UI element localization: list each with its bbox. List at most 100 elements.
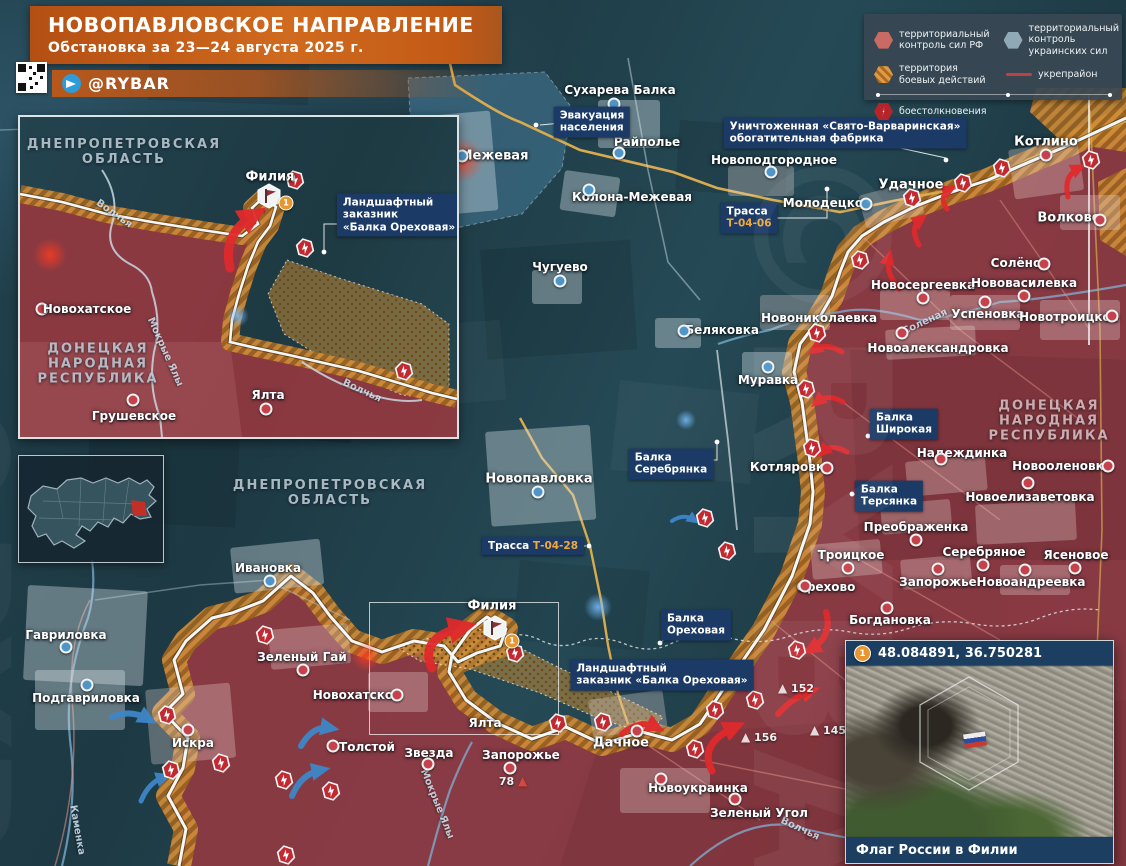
region-label: ДОНЕЦКАЯ НАРОДНАЯ РЕСПУБЛИКА: [37, 342, 158, 387]
town-label: Новохатское: [313, 688, 402, 702]
strike-glow: [351, 641, 381, 671]
town-label: Преображенка: [864, 520, 969, 534]
town-label: Искра: [172, 736, 214, 750]
location-pin: [896, 327, 909, 340]
location-pin: [799, 580, 812, 593]
legend-separator: [876, 94, 1112, 96]
photo-inset: 1 48.084891, 36.750281 Флаг России в Фил…: [845, 640, 1114, 864]
height-marker: 78 ▲: [499, 774, 527, 788]
town-label: Новоандреевка: [977, 575, 1086, 589]
legend-item-combat: территориябоевых действий: [874, 63, 992, 86]
clashes-swatch-icon: [874, 103, 893, 120]
location-pin: [1038, 258, 1051, 271]
location-pin: [932, 563, 945, 576]
map-subtitle: Обстановка за 23—24 августа 2025 г.: [48, 40, 502, 56]
location-pin: [821, 462, 834, 475]
telegram-badge[interactable]: @RYBAR: [52, 70, 512, 97]
town-label: Межевая: [460, 149, 529, 164]
location-pin: [917, 292, 930, 305]
strike-glow: [33, 238, 67, 272]
map-canvas: ДНЕПРОПЕТРОВСКАЯ ОБЛАСТЬ ДОНЕЦКАЯ НАРОДНА…: [0, 0, 1126, 866]
location-pin: [765, 166, 778, 179]
location-pin: [422, 758, 435, 771]
photo-caption: Флаг России в Филии: [846, 837, 1113, 863]
location-pin: [264, 575, 277, 588]
map-legend: территориальныйконтроль сил РФ территори…: [864, 14, 1122, 100]
callout-label: Ландшафтныйзаказник«Балка Ореховая»: [337, 193, 459, 236]
town-label: Беляковка: [685, 323, 759, 337]
town-label: Новоалександровка: [867, 341, 1008, 355]
town-label: Новопавловка: [485, 472, 592, 487]
town-label: Подгавриловка: [32, 691, 140, 705]
town-label: Новоелизаветовка: [965, 490, 1094, 504]
title-banner: НОВОПАВЛОВСКОЕ НАПРАВЛЕНИЕ Обстановка за…: [30, 6, 502, 64]
town-label: Ясеновое: [1043, 548, 1108, 562]
town-label: Ялта: [468, 716, 501, 730]
location-pin: [81, 679, 94, 692]
telegram-handle: @RYBAR: [88, 74, 170, 93]
rf-control-swatch-icon: [874, 32, 893, 49]
flash-glow: [584, 593, 612, 621]
location-pin: [583, 184, 596, 197]
location-pin: [762, 361, 775, 374]
combat-zone-swatch-icon: [874, 66, 893, 83]
town-label: Ивановка: [235, 561, 301, 575]
marker-number-badge: 1: [505, 634, 520, 649]
location-pin: [860, 198, 873, 211]
location-pin: [631, 725, 644, 738]
inset-source-rect: [369, 602, 559, 735]
location-pin: [391, 689, 404, 702]
location-pin: [729, 793, 742, 806]
region-label: ДНЕПРОПЕТРОВСКАЯ ОБЛАСТЬ: [27, 137, 221, 167]
town-label: Новосергеевка: [871, 278, 975, 292]
town-label: Надеждинка: [917, 446, 1008, 460]
marker-number-badge: 1: [279, 196, 294, 211]
town-label: Филия: [246, 170, 295, 185]
legend-item-rf: территориальныйконтроль сил РФ: [874, 23, 990, 57]
location-pin: [1019, 564, 1032, 577]
town-label: Филия: [468, 599, 517, 614]
location-pin: [297, 664, 310, 677]
region-label: ДОНЕЦКАЯ НАРОДНАЯ РЕСПУБЛИКА: [988, 399, 1109, 444]
location-pin: [678, 325, 691, 338]
region-label: ДНЕПРОПЕТРОВСКАЯ ОБЛАСТЬ: [233, 478, 427, 508]
flash-glow: [676, 410, 696, 430]
location-pin: [979, 296, 992, 309]
ua-control-swatch-icon: [1004, 32, 1023, 49]
location-pin: [1040, 149, 1053, 162]
town-label: Новохатское: [43, 302, 132, 316]
legend-item-ua: территориальныйконтроль украинских сил: [1004, 23, 1120, 57]
location-pin: [1022, 477, 1035, 490]
town-label: Зеленый Угол: [710, 806, 808, 820]
town-label: Чугуево: [532, 260, 588, 274]
town-label: Волково: [1037, 211, 1100, 226]
legend-item-fortified: укрепрайон: [1006, 63, 1098, 86]
callout-label: БалкаСеребрянка: [629, 449, 714, 480]
height-marker: ▲ 145: [810, 723, 846, 737]
callout-label: Трасса Т-04-28: [482, 537, 584, 555]
town-label: Новотроицкое: [1019, 310, 1119, 324]
fortified-line-swatch-icon: [1006, 73, 1032, 76]
location-pin: [532, 486, 545, 499]
town-label: Запорожье: [899, 575, 977, 589]
town-label: Молодецкое: [783, 196, 871, 210]
town-label: Успеновка: [951, 307, 1024, 321]
callout-label: БалкаОреховая: [661, 610, 731, 641]
location-pin: [1018, 290, 1031, 303]
location-pin: [127, 394, 140, 407]
photo-coordinates: 48.084891, 36.750281: [878, 646, 1042, 661]
location-pin: [935, 453, 948, 466]
location-pin: [1106, 310, 1119, 323]
town-label: Сухарева Балка: [564, 83, 675, 97]
location-pin: [842, 562, 855, 575]
location-pin: [1102, 460, 1115, 473]
location-pin: [1094, 214, 1107, 227]
callout-label: Уничтоженная «Свято-Варваринская»обогати…: [724, 118, 967, 149]
height-marker: ▲ 156: [741, 730, 777, 744]
town-label: Новооленовка: [1012, 459, 1112, 473]
town-label: Нововасилевка: [971, 276, 1077, 290]
callout-label: ТрассаТ-04-06: [720, 203, 777, 234]
location-pin: [977, 559, 990, 572]
location-pin: [260, 403, 273, 416]
legend-item-clashes: боестолкновения: [874, 103, 1114, 120]
